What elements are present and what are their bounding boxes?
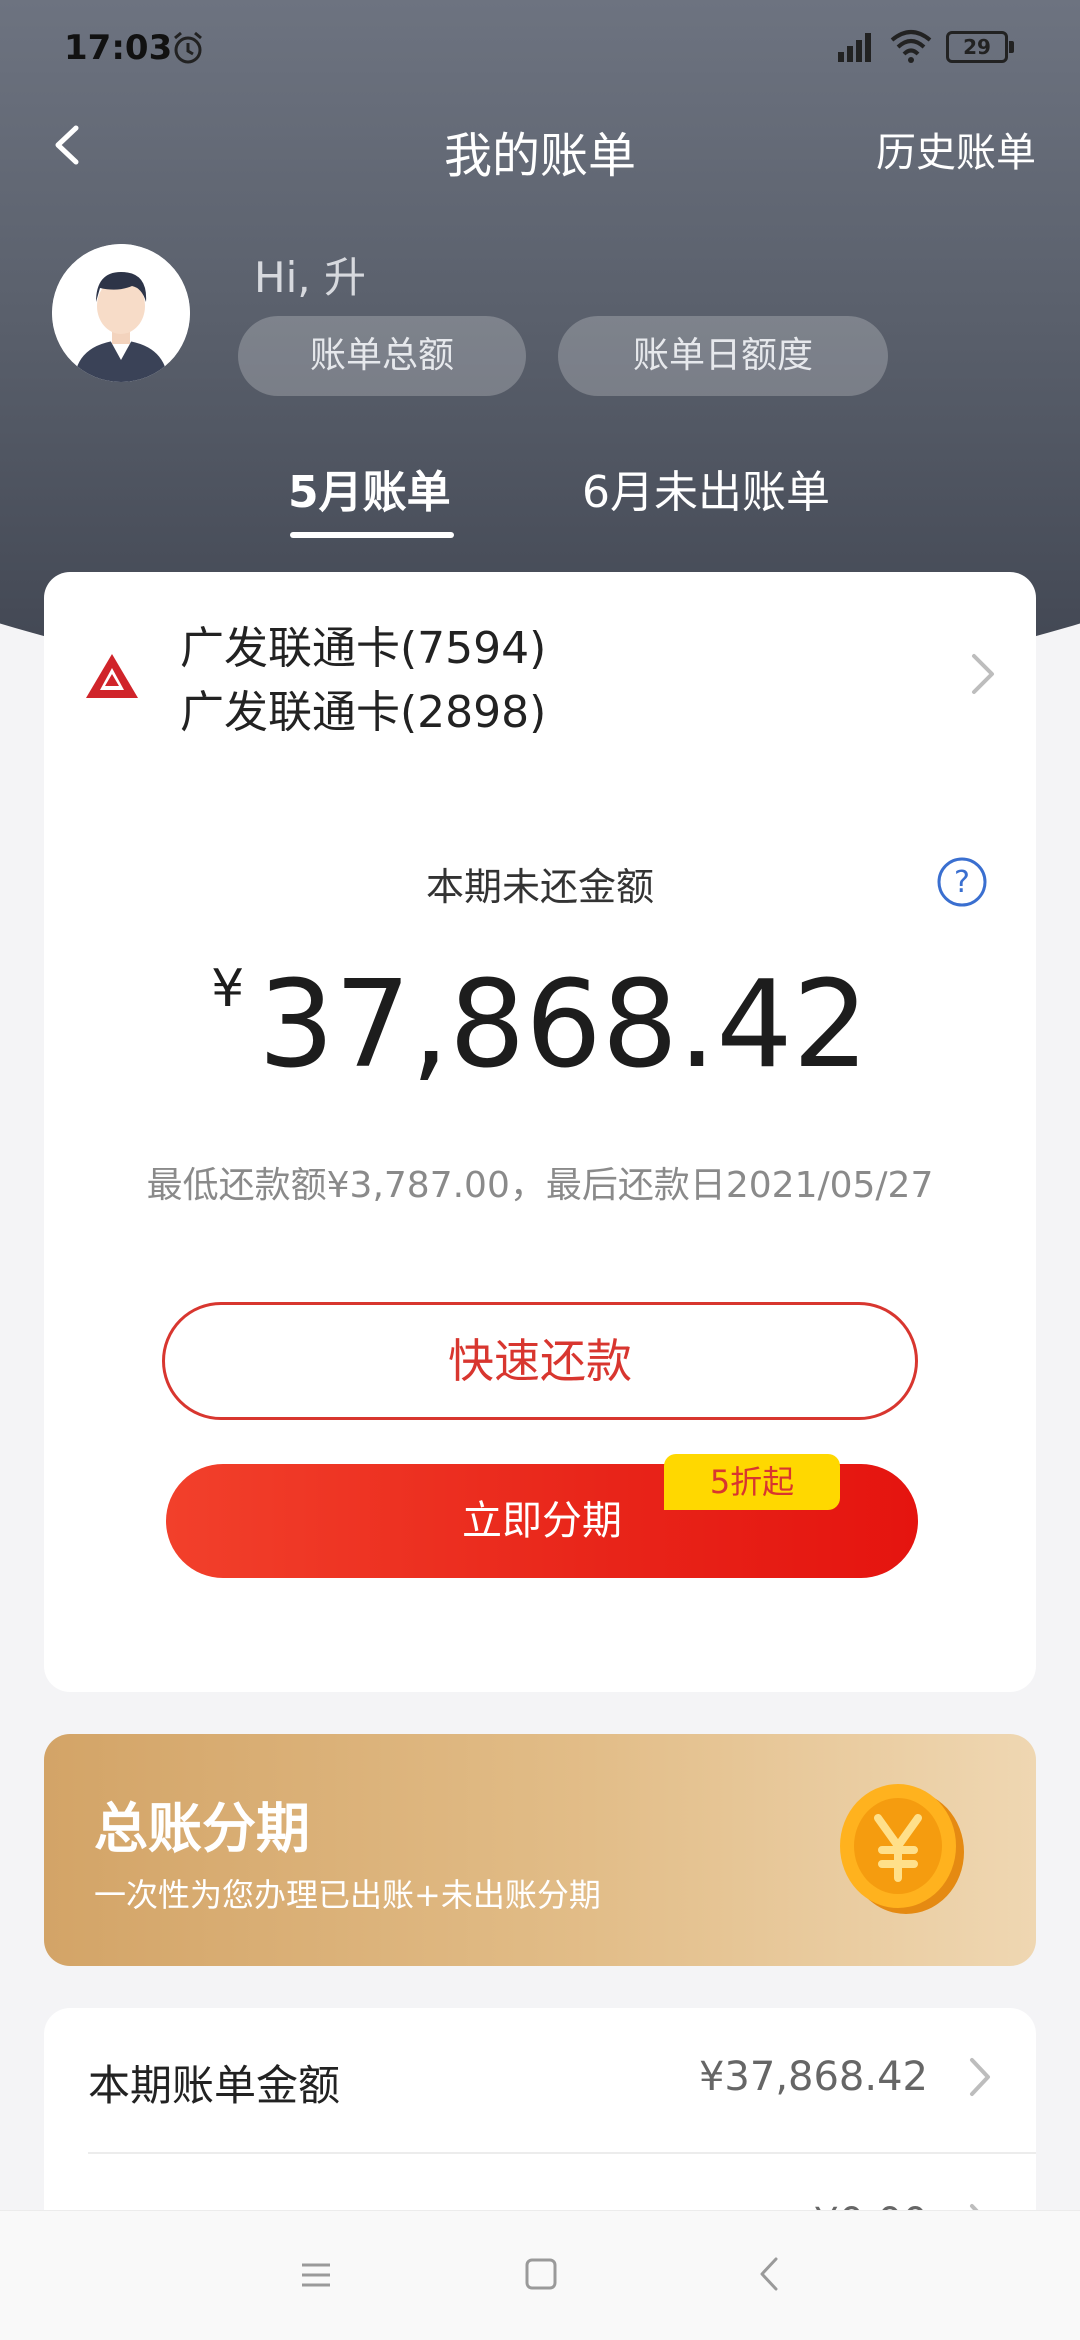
- greeting: Hi, 升: [254, 253, 366, 302]
- total-installment-banner[interactable]: 总账分期 一次性为您办理已出账+未出账分期: [44, 1734, 1036, 1966]
- yuan-coin-icon: [840, 1784, 964, 1914]
- list-item[interactable]: 本期账单金额 ¥37,868.42: [44, 2008, 1036, 2154]
- currency-symbol: ¥: [211, 959, 245, 1019]
- amount-value: 37,868.42: [258, 956, 869, 1095]
- home-square-icon[interactable]: [524, 2257, 558, 2291]
- unpaid-label: 本期未还金额: [425, 865, 654, 909]
- wifi-icon: [890, 30, 932, 63]
- active-tab-indicator: [290, 532, 454, 538]
- back-triangle-icon[interactable]: [754, 2255, 784, 2293]
- banner-title: 总账分期: [94, 1797, 310, 1860]
- signal-icon: [838, 33, 871, 62]
- unpaid-amount: ¥37,868.42: [44, 956, 1036, 1095]
- minimum-payment-info: 最低还款额¥3,787.00，最后还款日2021/05/27: [146, 1165, 934, 1206]
- history-bill-link[interactable]: 历史账单: [876, 120, 1036, 178]
- card-name: 广发联通卡(7594): [180, 623, 547, 674]
- bill-total-button[interactable]: 账单总额: [238, 316, 526, 396]
- bill-summary-card: 本期未还金额 ? ¥37,868.42 最低还款额¥3,787.00，最后还款日…: [44, 780, 1036, 1692]
- card-name: 广发联通卡(2898): [180, 687, 547, 738]
- chevron-right-icon: [970, 2058, 990, 2096]
- status-bar: 17:03 29: [0, 0, 1080, 100]
- alarm-icon: [174, 31, 202, 64]
- avatar-illustration: [52, 244, 190, 382]
- system-navigation-bar: [0, 2210, 1080, 2340]
- detail-label: 本期账单金额: [88, 2061, 341, 2110]
- discount-badge: 5折起: [664, 1454, 840, 1510]
- help-icon[interactable]: ?: [936, 856, 988, 908]
- chevron-right-icon: [972, 654, 994, 694]
- detail-value: ¥37,868.42: [698, 2054, 928, 2100]
- battery-tip: [1009, 41, 1014, 53]
- banner-subtitle: 一次性为您办理已出账+未出账分期: [94, 1876, 601, 1914]
- bill-day-limit-button[interactable]: 账单日额度: [558, 316, 888, 396]
- bill-detail-list: 本期账单金额 ¥37,868.42 本期已还金额 ¥0.00: [44, 2008, 1036, 2238]
- battery-icon: 29: [946, 31, 1016, 63]
- tab-june-unbilled[interactable]: 6月未出账单: [582, 456, 830, 520]
- battery-level: 29: [946, 31, 1008, 63]
- avatar[interactable]: [52, 244, 190, 382]
- card-selector[interactable]: 广发联通卡(7594) 广发联通卡(2898): [44, 572, 1036, 782]
- status-time: 17:03: [64, 28, 173, 68]
- bill-tabs: 5月账单 6月未出账单: [0, 456, 1080, 546]
- bank-logo-icon: [86, 654, 138, 698]
- svg-text:?: ?: [954, 865, 970, 900]
- top-nav: 我的账单 历史账单: [0, 110, 1080, 184]
- tab-may-bill[interactable]: 5月账单: [288, 456, 451, 520]
- quick-pay-button[interactable]: 快速还款: [162, 1302, 918, 1420]
- menu-icon[interactable]: [298, 2257, 334, 2293]
